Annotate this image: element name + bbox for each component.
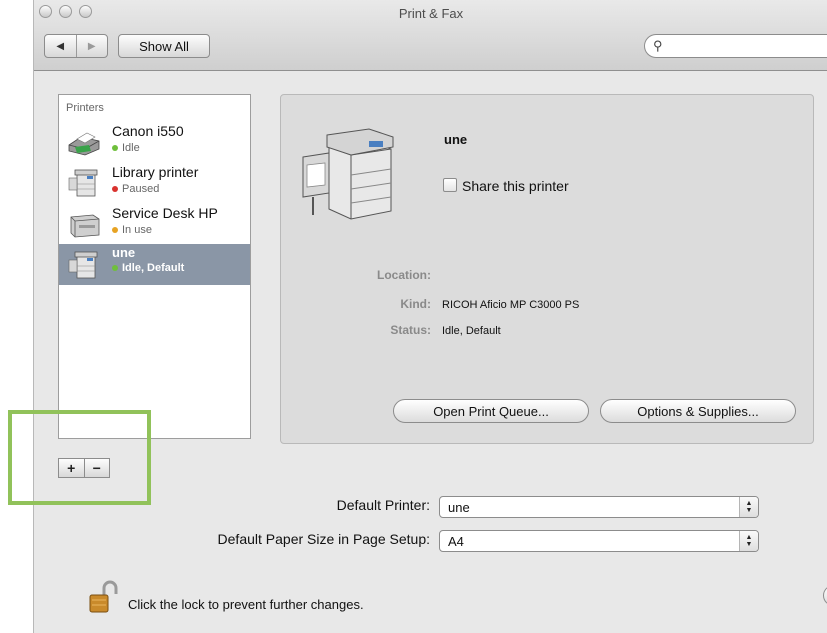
default-printer-label: Default Printer: (336, 497, 430, 513)
printer-name: Library printer (112, 164, 199, 180)
laser-printer-icon (70, 214, 100, 238)
print-fax-window: Print & Fax ◀ ▶ Show All ⚲ Printers Cano… (33, 0, 827, 633)
inkjet-printer-icon (68, 132, 100, 156)
printer-status: In use (112, 224, 152, 236)
lock-open-icon[interactable] (88, 580, 120, 614)
default-paper-size-value: A4 (448, 534, 464, 549)
status-dot-in-use (112, 227, 118, 234)
location-label: Location: (377, 268, 431, 282)
status-label: Status: (390, 323, 431, 337)
printer-status-text: In use (122, 224, 152, 236)
printer-name: Service Desk HP (112, 205, 218, 221)
default-paper-size-label: Default Paper Size in Page Setup: (217, 531, 430, 547)
status-dot-idle (112, 145, 118, 152)
title-bar: Print & Fax ◀ ▶ Show All ⚲ (34, 0, 827, 71)
show-all-button[interactable]: Show All (118, 34, 210, 58)
printers-heading: Printers (66, 102, 104, 114)
printer-status-text: Paused (122, 183, 160, 195)
large-copier-printer-icon (302, 128, 394, 220)
copier-printer-icon (68, 169, 98, 197)
printer-detail-panel: une Share this printer Location: Kind: R… (280, 94, 814, 444)
back-forward-group: ◀ ▶ (44, 34, 108, 58)
printer-item-canon-i550[interactable]: Canon i550 Idle (59, 121, 250, 162)
printer-detail-name: une (444, 132, 468, 147)
search-input[interactable]: ⚲ (644, 34, 827, 58)
search-icon: ⚲ (653, 38, 663, 53)
lock-message: Click the lock to prevent further change… (128, 597, 364, 612)
copier-printer-icon (68, 251, 98, 279)
printer-item-library-printer[interactable]: Library printer Paused (59, 162, 250, 203)
kind-label: Kind: (400, 297, 431, 311)
highlight-frame (8, 410, 151, 505)
printer-item-une[interactable]: une Idle, Default (59, 244, 250, 285)
forward-arrow-icon: ▶ (87, 40, 96, 52)
share-printer-label: Share this printer (462, 178, 569, 194)
status-value: Idle, Default (442, 325, 501, 337)
kind-value: RICOH Aficio MP C3000 PS (442, 299, 580, 311)
printer-name: Canon i550 (112, 123, 184, 139)
printer-status: Idle, Default (112, 262, 184, 274)
printer-status-text: Idle (122, 142, 140, 154)
help-button[interactable]: ? (823, 585, 827, 606)
options-supplies-button[interactable]: Options & Supplies... (600, 399, 796, 423)
printer-name: une (112, 245, 136, 260)
share-printer-checkbox[interactable] (443, 178, 457, 192)
printer-list[interactable]: Printers Canon i550 Idle Library printer (58, 94, 251, 439)
printer-status: Paused (112, 183, 159, 195)
status-dot-idle (112, 265, 118, 272)
forward-button[interactable]: ▶ (75, 35, 108, 57)
default-paper-size-select[interactable]: A4 ▲ ▼ (439, 530, 759, 552)
popup-arrows-icon: ▲ ▼ (739, 531, 758, 551)
printer-item-service-desk-hp[interactable]: Service Desk HP In use (59, 203, 250, 244)
back-arrow-icon: ◀ (56, 40, 65, 52)
printer-status: Idle (112, 142, 140, 154)
popup-arrows-icon: ▲ ▼ (739, 497, 758, 517)
back-button[interactable]: ◀ (45, 35, 76, 57)
window-title: Print & Fax (398, 6, 464, 21)
status-dot-paused (112, 186, 118, 193)
default-printer-select[interactable]: une ▲ ▼ (439, 496, 759, 518)
default-printer-value: une (448, 500, 470, 515)
printer-status-text: Idle, Default (122, 262, 185, 274)
open-print-queue-button[interactable]: Open Print Queue... (393, 399, 589, 423)
